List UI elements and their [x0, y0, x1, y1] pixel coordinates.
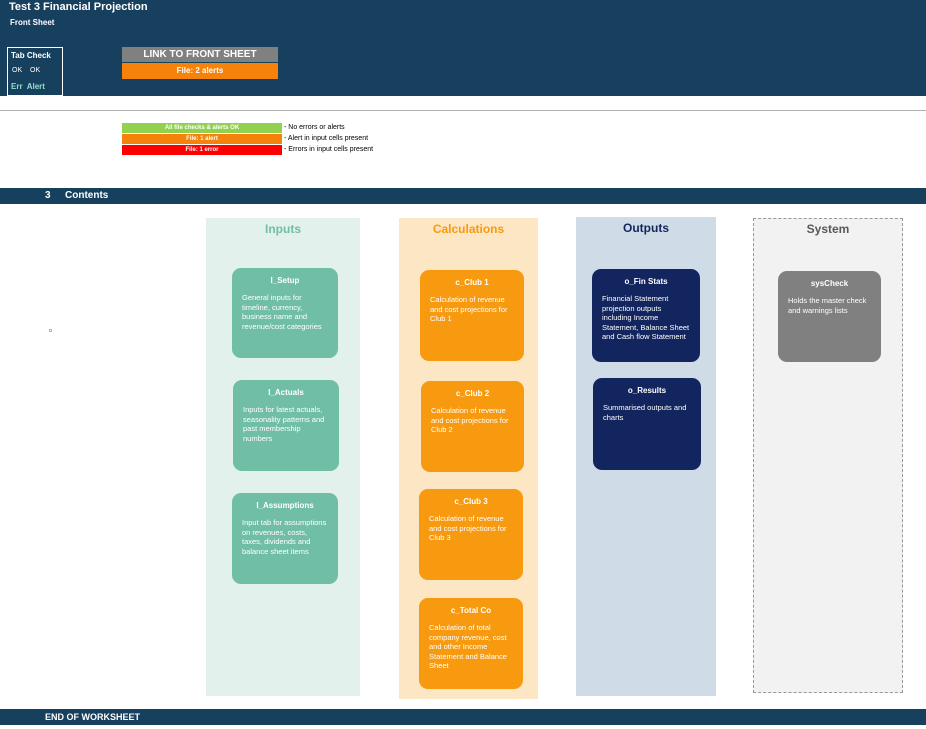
card-description: Calculation of revenue and cost projecti… — [429, 514, 507, 542]
card-title: c_Club 3 — [454, 497, 488, 506]
tab-check-title: Tab Check — [11, 51, 51, 60]
card-c-club-2[interactable]: c_Club 2 Calculation of revenue and cost… — [421, 381, 524, 472]
card-title: sysCheck — [810, 279, 849, 288]
sheet-subtitle: Front Sheet — [10, 18, 55, 27]
legend-error-bar: File: 1 error — [122, 145, 282, 155]
link-to-front-sheet-button[interactable]: LINK TO FRONT SHEET — [122, 47, 278, 62]
tab-check-err-alert: Err Alert — [11, 82, 45, 91]
calculations-column-title: Calculations — [432, 222, 505, 236]
card-description: Calculation of total company revenue, co… — [429, 623, 507, 670]
file-alert-status: File: 2 alerts — [122, 63, 278, 79]
card-description: Holds the master check and warnings list… — [788, 296, 867, 315]
legend-alert-bar: File: 1 alert — [122, 134, 282, 144]
card-title: c_Club 2 — [455, 389, 490, 398]
card-syscheck[interactable]: sysCheck Holds the master check and warn… — [778, 271, 881, 362]
card-o-results[interactable]: o_Results Summarised outputs and charts — [593, 378, 701, 470]
cell-marker — [49, 329, 52, 332]
card-title: c_Total Co — [450, 606, 492, 615]
legend-error-text: - Errors in input cells present — [284, 146, 374, 153]
card-title: c_Club 1 — [455, 278, 489, 287]
card-description: Calculation of revenue and cost projecti… — [430, 295, 508, 323]
card-c-total-co[interactable]: c_Total Co Calculation of total company … — [419, 598, 523, 689]
card-description: Financial Statement projection outputs i… — [602, 294, 690, 341]
section-number: 3 — [45, 190, 51, 201]
end-of-worksheet-band: END OF WORKSHEET — [0, 709, 926, 725]
card-i-setup[interactable]: I_Setup General inputs for timeline, cur… — [232, 268, 338, 358]
card-description: Summarised outputs and charts — [603, 403, 687, 422]
inputs-column-title: Inputs — [265, 222, 301, 236]
card-title: o_Results — [627, 386, 667, 395]
card-description: Input tab for assumptions on revenues, c… — [242, 518, 327, 556]
card-title: o_Fin Stats — [624, 277, 668, 286]
outputs-column-title: Outputs — [623, 221, 669, 235]
tab-check-ok-status-2: OK — [30, 67, 41, 74]
card-description: Inputs for latest actuals, seasonality p… — [243, 405, 325, 443]
card-c-club-1[interactable]: c_Club 1 Calculation of revenue and cost… — [420, 270, 524, 361]
section-title: Contents — [65, 190, 109, 201]
card-c-club-3[interactable]: c_Club 3 Calculation of revenue and cost… — [419, 489, 523, 580]
card-title: I_Assumptions — [256, 501, 314, 510]
tab-check-box: Tab Check OK OK Err Alert — [7, 47, 63, 96]
card-title: I_Setup — [270, 276, 300, 285]
card-description: General inputs for timeline, currency, b… — [242, 293, 322, 331]
card-i-assumptions[interactable]: I_Assumptions Input tab for assumptions … — [232, 493, 338, 584]
card-title: I_Actuals — [268, 388, 304, 397]
contents-section-header: 3 Contents — [0, 188, 926, 204]
card-o-fin-stats[interactable]: o_Fin Stats Financial Statement projecti… — [592, 269, 700, 362]
legend-ok-text: - No errors or alerts — [284, 124, 345, 131]
divider — [0, 110, 926, 111]
legend-ok-bar: All file checks & alerts OK — [122, 123, 282, 133]
end-of-worksheet-label: END OF WORKSHEET — [45, 712, 141, 722]
system-column-title: System — [806, 222, 850, 236]
legend-alert-text: - Alert in input cells present — [284, 135, 369, 142]
tab-check-ok-status: OK — [12, 67, 23, 74]
sheet-title: Test 3 Financial Projection — [9, 1, 148, 13]
card-i-actuals[interactable]: I_Actuals Inputs for latest actuals, sea… — [233, 380, 339, 471]
card-description: Calculation of revenue and cost projecti… — [431, 406, 509, 434]
header-band: Test 3 Financial Projection Front Sheet … — [0, 0, 926, 96]
